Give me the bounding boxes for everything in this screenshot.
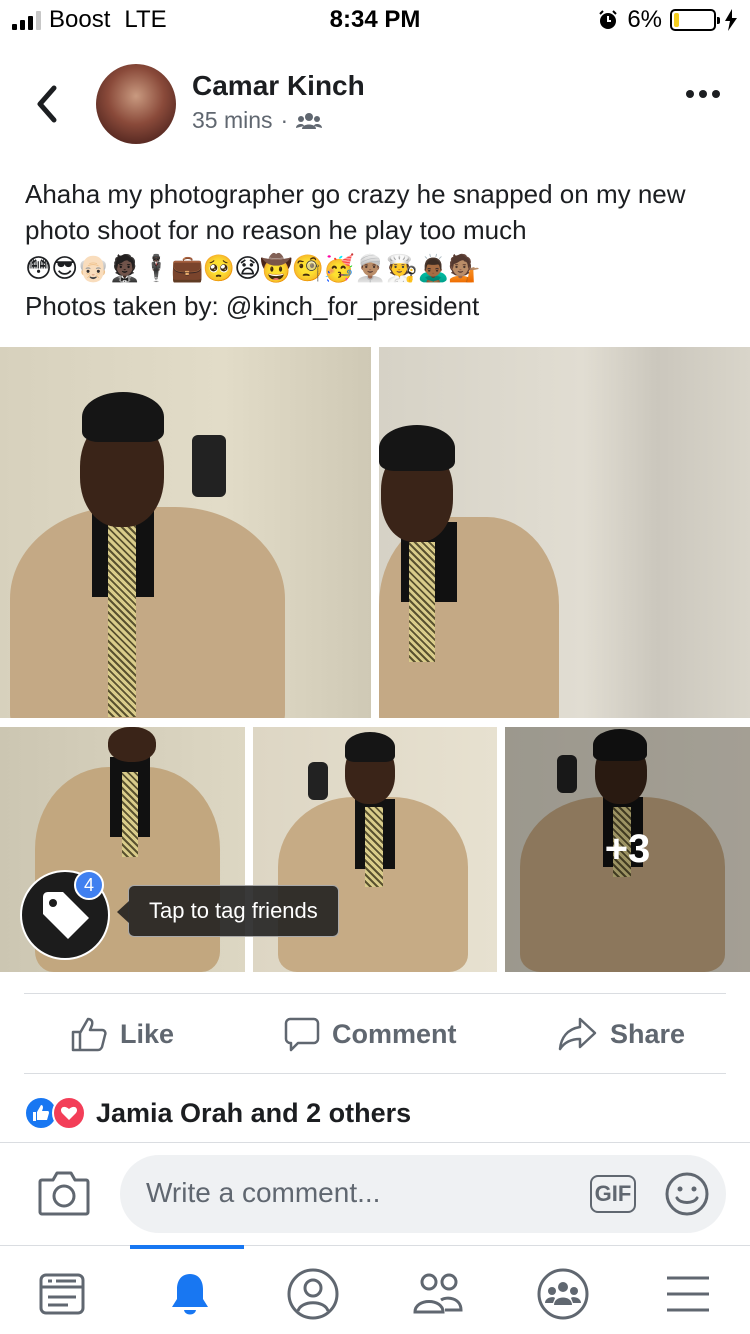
post-meta: 35 mins · xyxy=(192,107,323,134)
gif-button[interactable]: GIF xyxy=(590,1175,636,1213)
divider xyxy=(0,1142,750,1143)
comment-label: Comment xyxy=(332,1018,457,1049)
comment-bubble-icon xyxy=(284,1017,320,1052)
like-button[interactable]: Like xyxy=(70,996,174,1072)
status-bar: Boost LTE 8:34 PM 6% xyxy=(0,0,750,40)
like-label: Like xyxy=(120,1018,175,1049)
tab-notifications[interactable] xyxy=(160,1266,220,1322)
battery-percent: 6% xyxy=(627,6,662,33)
active-tab-indicator xyxy=(130,1245,244,1249)
tab-groups[interactable] xyxy=(533,1266,593,1322)
tab-profile[interactable] xyxy=(283,1266,343,1322)
profile-icon xyxy=(287,1268,339,1320)
bottom-tab-bar xyxy=(0,1245,750,1334)
battery-icon xyxy=(670,9,720,31)
camera-icon[interactable] xyxy=(38,1170,90,1216)
friends-audience-icon[interactable] xyxy=(296,112,323,130)
post-photo-5[interactable]: +3 xyxy=(505,727,750,972)
post-actions: Like Comment Share xyxy=(0,996,750,1072)
author-avatar[interactable] xyxy=(96,64,176,144)
tag-friends-tooltip: Tap to tag friends xyxy=(117,885,339,937)
tab-friends[interactable] xyxy=(408,1266,468,1322)
notifications-bell-icon xyxy=(172,1274,208,1315)
post-body: Ahaha my photographer go crazy he snappe… xyxy=(25,176,725,324)
tab-menu[interactable] xyxy=(658,1266,718,1322)
reactions-label: Jamia Orah and 2 others xyxy=(96,1097,412,1128)
post-text: Ahaha my photographer go crazy he snappe… xyxy=(25,179,686,245)
comment-input[interactable]: Write a comment... GIF xyxy=(120,1155,726,1233)
author-name[interactable]: Camar Kinch xyxy=(192,70,365,102)
comment-placeholder: Write a comment... xyxy=(146,1177,381,1208)
post-time[interactable]: 35 mins xyxy=(192,107,273,134)
comment-button[interactable]: Comment xyxy=(284,996,457,1072)
post-photo-2[interactable] xyxy=(379,347,750,718)
share-label: Share xyxy=(610,1018,686,1049)
friends-icon xyxy=(413,1273,463,1314)
post-emojis: 😳😎👴🏻🤵🏿🕴🏿💼🥺😧🤠🧐🥳👳🏽‍♂️🧑‍🍳🙇🏾‍♂️💁🏽 xyxy=(25,253,481,283)
photo-credit: Photos taken by: @kinch_for_president xyxy=(25,291,480,321)
meta-separator: · xyxy=(280,107,289,133)
divider xyxy=(24,993,726,994)
tag-count-badge: 4 xyxy=(74,870,104,900)
alarm-icon xyxy=(599,10,618,29)
groups-icon xyxy=(537,1268,589,1320)
share-arrow-icon xyxy=(558,1017,597,1051)
news-feed-icon xyxy=(39,1273,85,1315)
reactions-summary[interactable]: Jamia Orah and 2 others xyxy=(24,1096,411,1130)
thumbs-up-icon xyxy=(71,1017,107,1052)
more-options-icon[interactable] xyxy=(686,90,720,98)
love-reaction-icon xyxy=(52,1096,86,1130)
post-photo-1[interactable] xyxy=(0,347,371,718)
emoji-smiley-icon[interactable] xyxy=(664,1171,710,1217)
charging-bolt-icon xyxy=(725,9,737,31)
tab-news-feed[interactable] xyxy=(32,1266,92,1322)
more-photos-overlay[interactable]: +3 xyxy=(505,727,750,972)
share-button[interactable]: Share xyxy=(558,996,685,1072)
divider xyxy=(24,1073,726,1074)
back-chevron-icon[interactable] xyxy=(30,82,64,126)
menu-icon xyxy=(667,1276,709,1312)
